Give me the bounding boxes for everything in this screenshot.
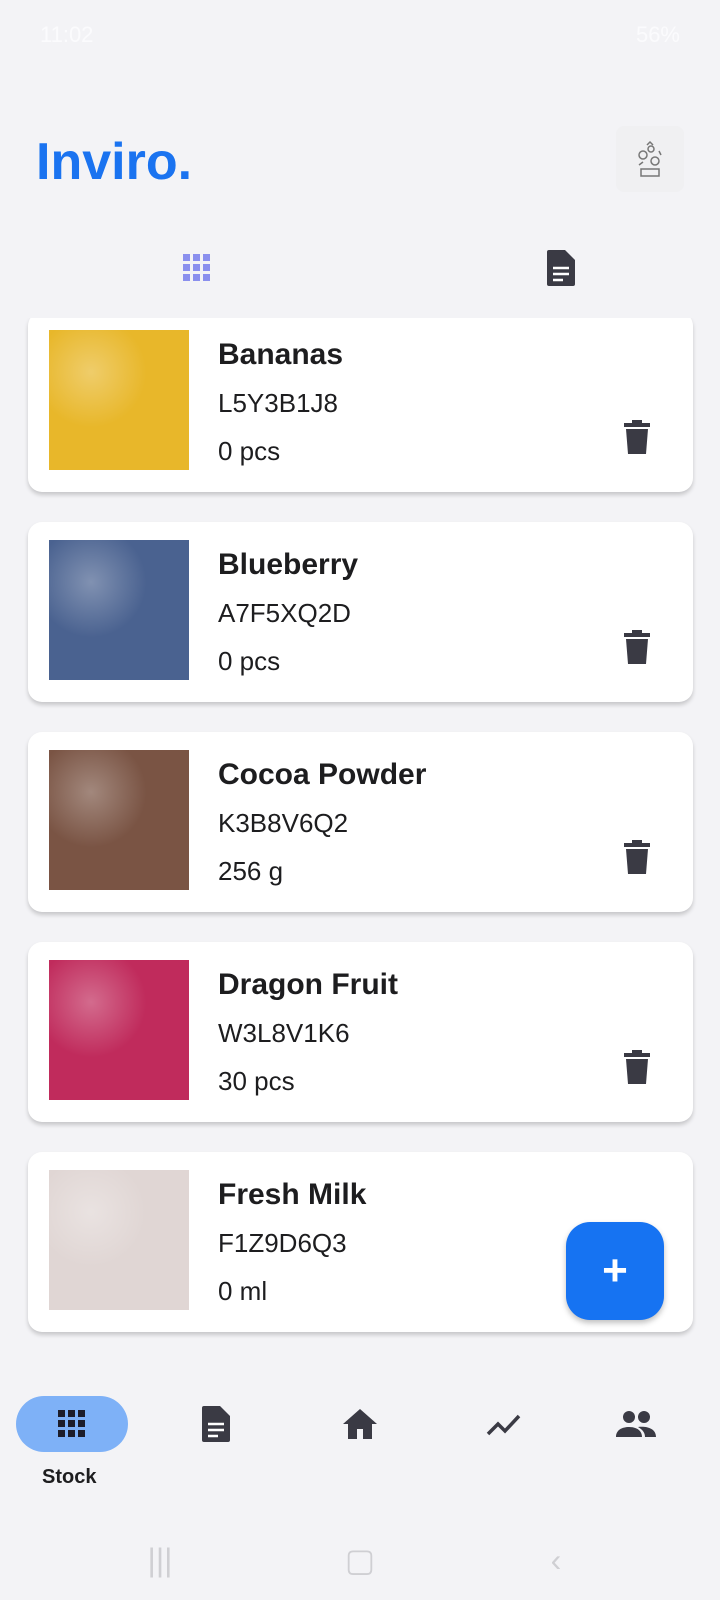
- item-quantity: 0 ml: [218, 1276, 268, 1306]
- stock-item-card[interactable]: Bananas L5Y3B1J8 0 pcs: [28, 318, 693, 492]
- item-image: [49, 1170, 189, 1310]
- item-code: W3L8V1K6: [218, 1018, 350, 1048]
- app-title: Inviro.: [36, 133, 193, 191]
- home-button[interactable]: ▢: [340, 1540, 380, 1580]
- item-name: Bananas: [218, 338, 344, 371]
- status-battery: 56%: [635, 22, 680, 47]
- nav-analytics[interactable]: [448, 1396, 560, 1452]
- nav-stock[interactable]: [16, 1396, 128, 1452]
- delete-icon[interactable]: [624, 1050, 650, 1084]
- nav-reports[interactable]: [160, 1396, 272, 1452]
- item-code: F1Z9D6Q3: [218, 1228, 347, 1258]
- stock-item-card[interactable]: Cocoa Powder K3B8V6Q2 256 g: [28, 732, 693, 912]
- item-quantity: 0 pcs: [218, 646, 281, 676]
- home-icon: [343, 1409, 377, 1439]
- item-code: L5Y3B1J8: [218, 388, 338, 418]
- nav-stock-label: Stock: [42, 1466, 97, 1488]
- document-icon: [202, 1406, 230, 1442]
- back-button[interactable]: ‹: [536, 1540, 576, 1580]
- delete-icon[interactable]: [624, 420, 650, 454]
- item-image: [49, 960, 189, 1100]
- bottom-nav: Stock: [0, 1380, 720, 1500]
- add-item-button[interactable]: +: [566, 1222, 664, 1320]
- status-time: 11:02: [40, 22, 94, 47]
- item-code: A7F5XQ2D: [218, 598, 351, 628]
- nav-users[interactable]: [580, 1396, 692, 1452]
- stock-item-card[interactable]: Blueberry A7F5XQ2D 0 pcs: [28, 522, 693, 702]
- tab-grid[interactable]: [172, 248, 222, 288]
- item-quantity: 0 pcs: [218, 436, 281, 466]
- delete-icon[interactable]: [624, 630, 650, 664]
- vegetables-icon: [638, 140, 662, 177]
- tab-document[interactable]: [536, 248, 586, 288]
- stock-list[interactable]: Bananas L5Y3B1J8 0 pcs Blueberry A7F5XQ2…: [0, 318, 720, 1348]
- delete-icon[interactable]: [624, 840, 650, 874]
- item-name: Dragon Fruit: [218, 968, 398, 1001]
- item-name: Blueberry: [218, 548, 359, 581]
- item-image: [49, 750, 189, 890]
- item-name: Cocoa Powder: [218, 758, 427, 791]
- item-quantity: 256 g: [218, 856, 284, 886]
- nav-home[interactable]: [304, 1396, 416, 1452]
- stock-item-card[interactable]: Dragon Fruit W3L8V1K6 30 pcs: [28, 942, 693, 1122]
- people-icon: [616, 1411, 656, 1437]
- item-image: [49, 330, 189, 470]
- item-name: Fresh Milk: [218, 1178, 367, 1211]
- item-quantity: 30 pcs: [218, 1066, 295, 1096]
- item-code: K3B8V6Q2: [218, 808, 349, 838]
- item-image: [49, 540, 189, 680]
- grid-icon: [183, 254, 210, 281]
- grid-icon: [58, 1410, 85, 1437]
- recents-button[interactable]: |||: [140, 1540, 180, 1580]
- trending-icon: [486, 1414, 521, 1436]
- document-icon: [547, 250, 575, 286]
- brand-logo-button[interactable]: [616, 126, 684, 192]
- status-bar: 11:02 56%: [40, 22, 680, 52]
